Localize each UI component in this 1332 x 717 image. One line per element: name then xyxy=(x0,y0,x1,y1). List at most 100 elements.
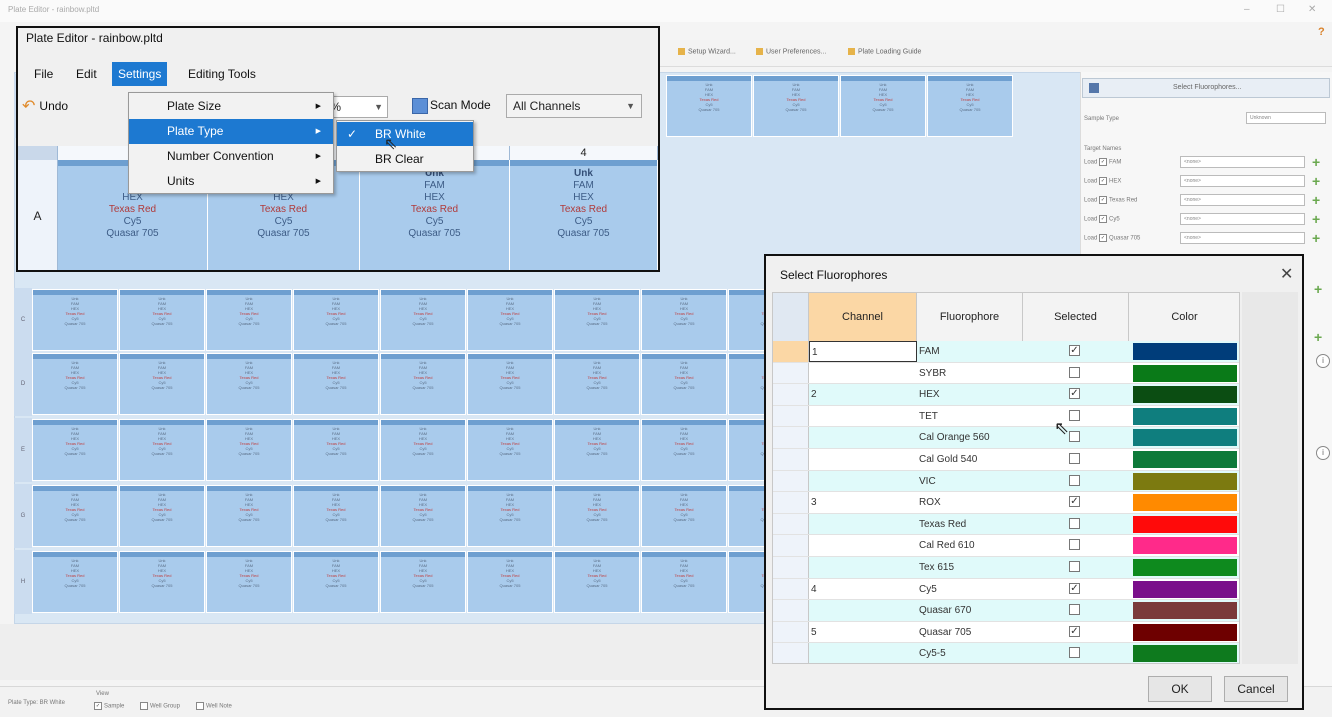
table-row[interactable]: SYBR xyxy=(773,362,1239,385)
add-target-icon[interactable]: + xyxy=(1312,155,1320,169)
plate-well[interactable]: UnkFAMHEXTexas RedCy5Quasar 705 xyxy=(554,289,640,351)
plate-well[interactable]: UnkFAMHEXTexas RedCy5Quasar 705 xyxy=(641,419,727,481)
table-row[interactable]: Cal Orange 560 xyxy=(773,427,1239,449)
select-fluorophores-button[interactable]: Select Fluorophores... xyxy=(1082,78,1330,98)
add-target-icon[interactable]: + xyxy=(1312,231,1320,245)
row-label[interactable]: D xyxy=(14,352,32,416)
table-row[interactable]: 5 Quasar 705 ✓ xyxy=(773,621,1239,644)
selected-checkbox[interactable] xyxy=(1069,453,1080,464)
plate-well[interactable]: UnkFAMHEXTexas RedCy5Quasar 705 xyxy=(467,485,553,547)
plate-well[interactable]: UnkFAMHEXTexas RedCy5Quasar 705 xyxy=(467,289,553,351)
selected-checkbox[interactable] xyxy=(1069,409,1080,421)
cell-channel[interactable] xyxy=(809,449,917,470)
row-selector[interactable] xyxy=(773,600,809,621)
cell-channel[interactable]: 3 xyxy=(809,492,917,513)
setup-wizard-button[interactable]: Setup Wizard... xyxy=(678,48,736,55)
column-header-fluorophore[interactable]: Fluorophore xyxy=(917,293,1023,341)
row-label[interactable]: C xyxy=(14,288,32,352)
plate-well[interactable]: UnkFAMHEXTexas RedCy5Quasar 705 xyxy=(840,75,926,137)
color-swatch[interactable] xyxy=(1133,623,1237,641)
plate-well-a[interactable]: Unk FAM HEX Texas Red Cy5 Quasar 705 xyxy=(510,160,658,270)
column-header-selected[interactable]: Selected xyxy=(1023,293,1129,341)
plate-well[interactable]: UnkFAMHEXTexas RedCy5Quasar 705 xyxy=(467,353,553,415)
table-row[interactable]: Texas Red xyxy=(773,513,1239,536)
plate-well[interactable]: UnkFAMHEXTexas RedCy5Quasar 705 xyxy=(32,353,118,415)
target-load-checkbox[interactable]: Load ✓ Quasar 705 xyxy=(1084,234,1140,242)
row-selector[interactable] xyxy=(773,557,809,578)
plate-well[interactable]: UnkFAMHEXTexas RedCy5Quasar 705 xyxy=(119,289,205,351)
table-row[interactable]: VIC xyxy=(773,470,1239,493)
color-swatch[interactable] xyxy=(1133,386,1237,404)
cell-channel[interactable] xyxy=(809,600,917,621)
plate-well[interactable]: UnkFAMHEXTexas RedCy5Quasar 705 xyxy=(927,75,1013,137)
target-name-select[interactable]: <none> xyxy=(1180,156,1305,168)
plate-well[interactable]: UnkFAMHEXTexas RedCy5Quasar 705 xyxy=(380,485,466,547)
row-header-a[interactable]: A xyxy=(18,160,58,270)
color-swatch[interactable] xyxy=(1133,472,1237,490)
plate-well[interactable]: UnkFAMHEXTexas RedCy5Quasar 705 xyxy=(554,485,640,547)
color-swatch[interactable] xyxy=(1133,364,1237,382)
row-label[interactable]: H xyxy=(14,550,32,614)
selected-checkbox[interactable] xyxy=(1069,604,1080,616)
selected-checkbox[interactable]: ✓ xyxy=(1069,496,1080,508)
menu-number-convention[interactable]: Number Convention ▶ xyxy=(129,144,333,169)
color-swatch[interactable] xyxy=(1133,407,1237,425)
row-selector[interactable] xyxy=(773,621,809,643)
plate-well[interactable]: UnkFAMHEXTexas RedCy5Quasar 705 xyxy=(467,419,553,481)
plate-well[interactable]: UnkFAMHEXTexas RedCy5Quasar 705 xyxy=(206,485,292,547)
checkbox[interactable]: ✓ xyxy=(1099,234,1108,242)
target-load-checkbox[interactable]: Load ✓ Texas Red xyxy=(1084,196,1137,204)
row-label[interactable]: E xyxy=(14,418,32,482)
maximize-button[interactable]: ☐ xyxy=(1276,4,1285,15)
plate-well[interactable]: UnkFAMHEXTexas RedCy5Quasar 705 xyxy=(380,419,466,481)
checkbox[interactable]: ✓ xyxy=(1099,177,1108,185)
plate-well[interactable]: UnkFAMHEXTexas RedCy5Quasar 705 xyxy=(119,353,205,415)
checkbox[interactable]: ✓ xyxy=(1099,215,1108,223)
plate-well[interactable]: UnkFAMHEXTexas RedCy5Quasar 705 xyxy=(554,419,640,481)
selected-checkbox[interactable] xyxy=(1069,517,1080,529)
row-selector[interactable] xyxy=(773,341,809,362)
table-row[interactable]: Cal Red 610 xyxy=(773,535,1239,557)
cell-channel[interactable]: 1 xyxy=(809,341,917,362)
plate-well[interactable]: UnkFAMHEXTexas RedCy5Quasar 705 xyxy=(554,353,640,415)
grid-corner[interactable] xyxy=(18,146,58,160)
add-icon[interactable]: + xyxy=(1314,330,1322,344)
table-row[interactable]: 4 Cy5 ✓ xyxy=(773,578,1239,601)
row-label[interactable]: G xyxy=(14,484,32,548)
add-target-icon[interactable]: + xyxy=(1312,212,1320,226)
add-target-icon[interactable]: + xyxy=(1312,174,1320,188)
table-row[interactable]: Quasar 670 xyxy=(773,600,1239,622)
plate-well[interactable]: UnkFAMHEXTexas RedCy5Quasar 705 xyxy=(293,353,379,415)
selected-checkbox[interactable]: ✓ xyxy=(1069,625,1080,637)
menu-file[interactable]: File xyxy=(28,62,59,86)
row-selector[interactable] xyxy=(773,578,809,600)
color-swatch[interactable] xyxy=(1133,559,1237,576)
target-name-select[interactable]: <none> xyxy=(1180,213,1305,225)
cell-channel[interactable]: 5 xyxy=(809,622,917,643)
add-icon[interactable]: + xyxy=(1314,282,1322,296)
selected-checkbox[interactable] xyxy=(1069,366,1080,378)
plate-well[interactable]: UnkFAMHEXTexas RedCy5Quasar 705 xyxy=(380,289,466,351)
cell-channel[interactable]: 4 xyxy=(809,579,917,600)
table-row[interactable]: 2 HEX ✓ xyxy=(773,384,1239,406)
target-name-select[interactable]: <none> xyxy=(1180,232,1305,244)
row-selector[interactable] xyxy=(773,513,809,535)
color-swatch[interactable] xyxy=(1133,515,1237,533)
color-swatch[interactable] xyxy=(1133,451,1237,468)
table-row[interactable]: Cal Gold 540 xyxy=(773,449,1239,471)
column-header-color[interactable]: Color xyxy=(1129,293,1239,341)
selected-checkbox[interactable] xyxy=(1069,474,1080,486)
row-selector[interactable] xyxy=(773,384,809,405)
plate-well[interactable]: UnkFAMHEXTexas RedCy5Quasar 705 xyxy=(380,551,466,613)
plate-well[interactable]: UnkFAMHEXTexas RedCy5Quasar 705 xyxy=(293,419,379,481)
target-load-checkbox[interactable]: Load ✓ FAM xyxy=(1084,158,1121,166)
cell-channel[interactable] xyxy=(809,406,917,427)
info-icon[interactable]: i xyxy=(1316,354,1330,368)
color-swatch[interactable] xyxy=(1133,429,1237,447)
plate-well[interactable]: UnkFAMHEXTexas RedCy5Quasar 705 xyxy=(32,419,118,481)
plate-well[interactable]: UnkFAMHEXTexas RedCy5Quasar 705 xyxy=(293,551,379,613)
plate-well[interactable]: UnkFAMHEXTexas RedCy5Quasar 705 xyxy=(641,289,727,351)
selected-checkbox[interactable]: ✓ xyxy=(1069,345,1080,356)
color-swatch[interactable] xyxy=(1133,343,1237,360)
cell-channel[interactable] xyxy=(809,514,917,535)
